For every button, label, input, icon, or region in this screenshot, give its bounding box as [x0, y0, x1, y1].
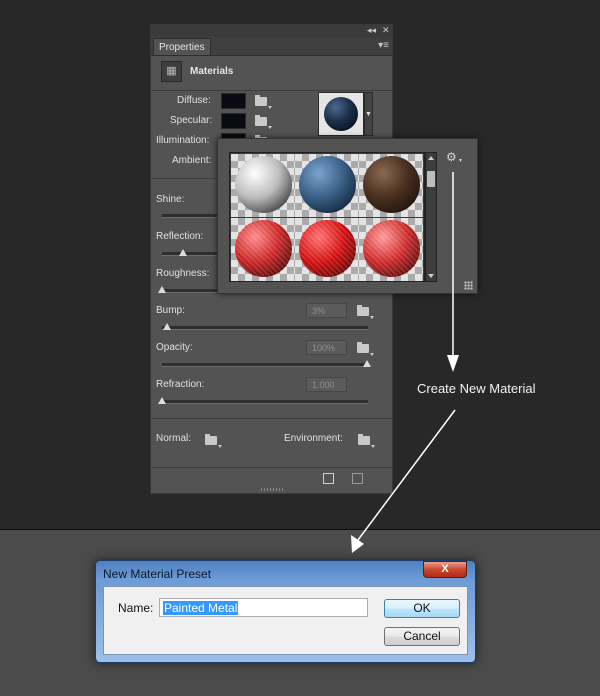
name-input-value: Painted Metal — [163, 601, 239, 615]
dialog-close-button[interactable]: X — [423, 561, 467, 578]
arrow-line-diagonal — [357, 409, 456, 541]
annotation-label: Create New Material — [417, 381, 536, 396]
dialog-title: New Material Preset — [103, 567, 212, 581]
name-label: Name: — [118, 601, 154, 615]
new-material-preset-dialog: New Material Preset X Name: Painted Meta… — [95, 560, 476, 663]
arrow-head-diagonal — [351, 535, 364, 553]
cancel-button[interactable]: Cancel — [384, 627, 460, 646]
name-input[interactable]: Painted Metal — [159, 598, 368, 617]
ok-button[interactable]: OK — [384, 599, 460, 618]
arrow-head-down — [447, 355, 459, 372]
dialog-body: Name: Painted Metal OK Cancel — [103, 586, 468, 655]
